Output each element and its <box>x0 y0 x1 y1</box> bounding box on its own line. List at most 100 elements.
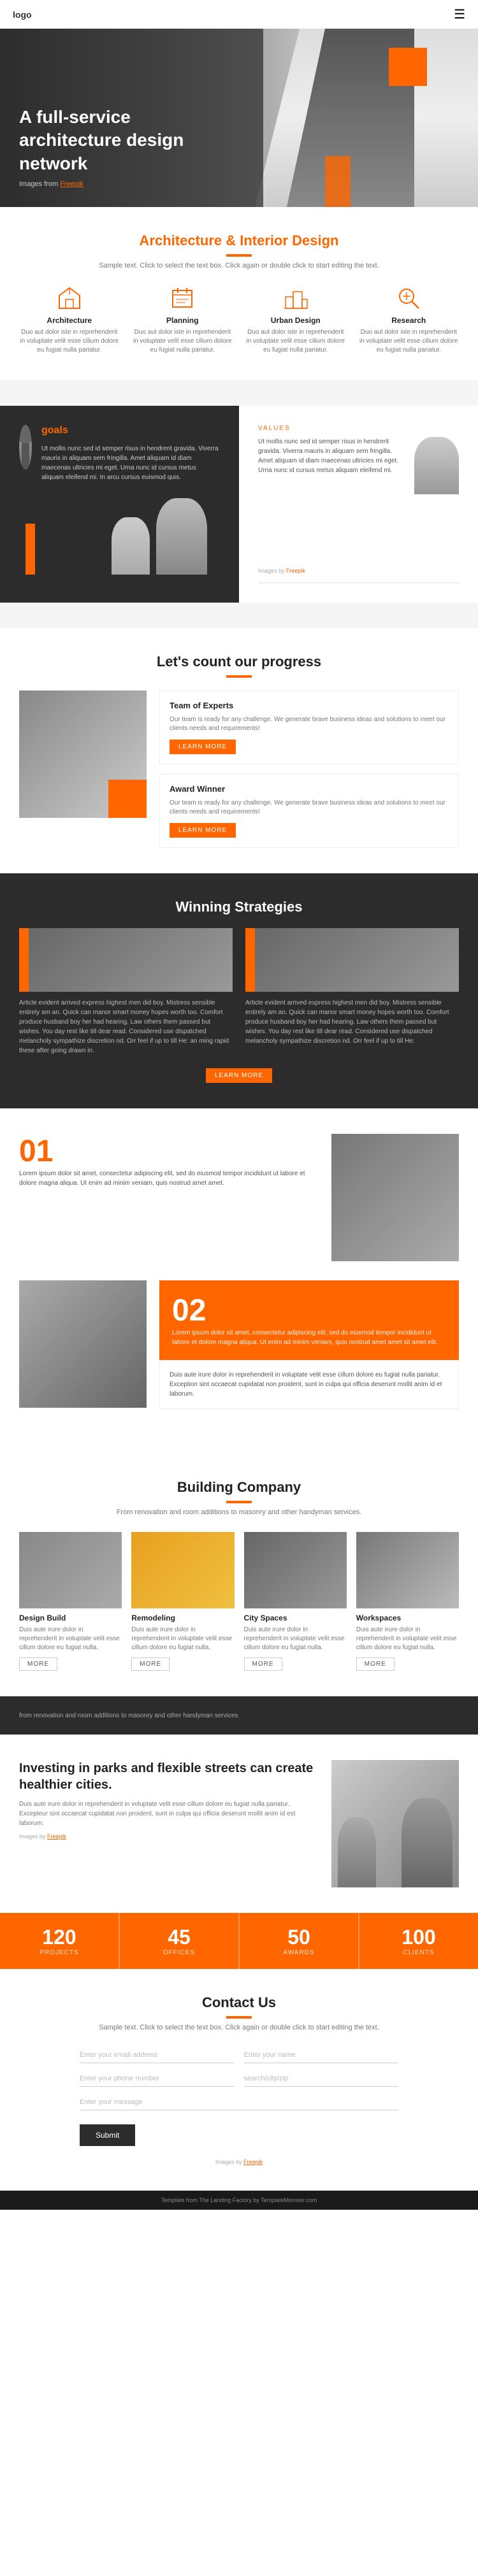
numbered-item-2-orange: 02 Lorem ipsum dolor sit amet, consectet… <box>159 1280 459 1360</box>
stat-number-3: 100 <box>372 1926 465 1949</box>
stat-label-3: CLIENTS <box>372 1949 465 1956</box>
building-more-button-1[interactable]: MORE <box>131 1657 170 1671</box>
email-field <box>80 2047 235 2063</box>
mission-text-block: goals Ut mollis nunc sed id semper risus… <box>41 425 220 482</box>
arch-item-architecture: Architecture Duo aut dolor iste in repre… <box>19 285 120 355</box>
progress-title: Let's count our progress <box>19 654 459 670</box>
mission-orange-accent <box>25 524 35 575</box>
accent-bar <box>226 254 252 257</box>
name-field <box>244 2047 399 2063</box>
winning-img-accent-1 <box>19 928 29 992</box>
architecture-icon <box>57 285 82 311</box>
silhouette-head <box>19 425 32 443</box>
mission-person-area <box>19 492 220 575</box>
phone-input[interactable] <box>80 2071 235 2087</box>
arch-item-text-1: Duo aut dolor iste in reprehenderit in v… <box>133 328 233 355</box>
hero-title: A full-service architecture design netwo… <box>19 106 198 175</box>
mission-person-circle <box>19 425 32 469</box>
numbered-item-2-content: 02 Lorem ipsum dolor sit amet, consectet… <box>159 1280 459 1409</box>
arch-title: Architecture & Interior Design <box>19 233 459 249</box>
submit-button[interactable]: Submit <box>80 2124 135 2146</box>
building-more-button-0[interactable]: MORE <box>19 1657 57 1671</box>
navigation: logo ☰ <box>0 0 478 29</box>
investing-person-1 <box>402 1798 453 1887</box>
mission-goals-heading: goals <box>41 425 220 436</box>
building-item-title-2: City Spaces <box>244 1614 347 1622</box>
winning-image-1 <box>19 928 233 992</box>
team-learn-more-button[interactable]: learn more <box>170 740 236 754</box>
values-credit: Images by Freepik <box>258 568 305 574</box>
award-card-text: Our team is ready for any challenge. We … <box>170 799 449 817</box>
name-input[interactable] <box>244 2047 399 2063</box>
arch-item-urban: Urban Design Duo aut dolor iste in repre… <box>245 285 346 355</box>
num-label-1: 01 <box>19 1134 319 1169</box>
footer-text: Template from The Landing Factory by Tem… <box>161 2197 317 2203</box>
winning-title: Winning Strategies <box>19 899 459 915</box>
building-image-2 <box>244 1532 347 1608</box>
stat-number-1: 45 <box>133 1926 226 1949</box>
investing-left: Investing in parks and flexible streets … <box>19 1760 319 1887</box>
building-item-3: Workspaces Duis aute irure dolor in repr… <box>356 1532 459 1671</box>
building-item-text-2: Duis aute irure dolor in reprehenderit i… <box>244 1626 347 1652</box>
contact-row-2 <box>80 2071 398 2087</box>
numbered-row-2: 02 Lorem ipsum dolor sit amet, consectet… <box>19 1280 459 1409</box>
values-label: values <box>258 425 459 432</box>
building-item-0: Design Build Duis aute irure dolor in re… <box>19 1532 122 1671</box>
winning-content: Article evident arrived express highest … <box>19 928 459 1055</box>
building-image-3 <box>356 1532 459 1608</box>
building-item-title-1: Remodeling <box>131 1614 234 1622</box>
winning-text-2: Article evident arrived express highest … <box>245 998 459 1046</box>
building-item-text-1: Duis aute irure dolor in reprehenderit i… <box>131 1626 234 1652</box>
message-input[interactable] <box>80 2094 398 2110</box>
architecture-section: Architecture & Interior Design Sample te… <box>0 207 478 380</box>
contact-credit-link[interactable]: Freepik <box>243 2159 263 2165</box>
arch-item-text-0: Duo aut dolor iste in reprehenderit in v… <box>19 328 120 355</box>
hero-credit-link[interactable]: Freepik <box>60 180 83 188</box>
arch-item-planning: Planning Duo aut dolor iste in reprehend… <box>133 285 233 355</box>
numbered-item-1-content: 01 Lorem ipsum dolor sit amet, consectet… <box>19 1134 319 1188</box>
winning-learn-more-button[interactable]: learn more <box>206 1068 272 1083</box>
team-card-text: Our team is ready for any challenge. We … <box>170 715 449 733</box>
building-item-text-0: Duis aute irure dolor in reprehenderit i… <box>19 1626 122 1652</box>
winning-section: Winning Strategies Article evident arriv… <box>0 873 478 1108</box>
building-grid: Design Build Duis aute irure dolor in re… <box>19 1532 459 1671</box>
stat-label-1: OFFICES <box>133 1949 226 1956</box>
email-input[interactable] <box>80 2047 235 2063</box>
building-more-button-2[interactable]: MORE <box>244 1657 282 1671</box>
investing-image <box>331 1760 459 1887</box>
hero-credit: Images from Freepik <box>19 180 198 188</box>
mission-inner: goals Ut mollis nunc sed id semper risus… <box>0 406 478 603</box>
building-image-0 <box>19 1532 122 1608</box>
numbered-section: 01 Lorem ipsum dolor sit amet, consectet… <box>0 1108 478 1454</box>
team-experts-card: Team of Experts Our team is ready for an… <box>159 691 459 764</box>
stat-label-2: AWARDS <box>252 1949 345 1956</box>
investing-right <box>331 1760 459 1887</box>
investing-credit-link[interactable]: Freepik <box>47 1833 66 1840</box>
hamburger-menu[interactable]: ☰ <box>454 6 465 22</box>
progress-content: Team of Experts Our team is ready for an… <box>19 691 459 848</box>
urban-icon <box>283 285 308 311</box>
stat-box-0: 120 PROJECTS <box>0 1913 120 1969</box>
mission-section: goals Ut mollis nunc sed id semper risus… <box>0 380 478 628</box>
building-more-button-3[interactable]: MORE <box>356 1657 395 1671</box>
mission-person-img-1 <box>156 498 207 575</box>
hero-content: A full-service architecture design netwo… <box>0 87 217 207</box>
investing-text: Duis aute irure dolor in reprehenderit i… <box>19 1800 319 1828</box>
award-learn-more-button[interactable]: learn more <box>170 823 236 838</box>
mission-silhouette <box>19 425 32 469</box>
winning-col-2: Article evident arrived express highest … <box>245 928 459 1055</box>
investing-person-2 <box>338 1817 376 1887</box>
logo: logo <box>13 10 32 20</box>
phone2-input[interactable] <box>244 2071 399 2087</box>
contact-section: Contact Us Sample text. Click to select … <box>0 1969 478 2191</box>
building-image-1 <box>131 1532 234 1608</box>
arch-item-title-3: Research <box>359 316 460 325</box>
winning-image-2 <box>245 928 459 992</box>
phone-field <box>80 2071 235 2087</box>
contact-row-1 <box>80 2047 398 2063</box>
mission-left: goals Ut mollis nunc sed id semper risus… <box>0 406 239 603</box>
winning-text-1: Article evident arrived express highest … <box>19 998 233 1055</box>
building-title: Building Company <box>19 1479 459 1496</box>
arch-item-text-2: Duo aut dolor iste in reprehenderit in v… <box>245 328 346 355</box>
message-field <box>80 2094 398 2110</box>
